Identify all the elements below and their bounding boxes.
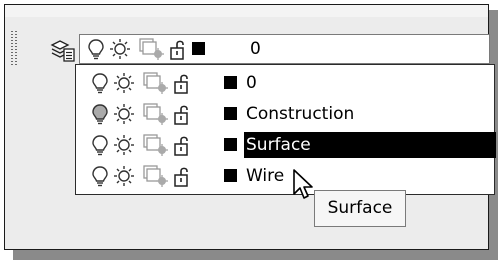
toolbar-grip[interactable] <box>11 31 17 65</box>
layer-name: Wire <box>246 166 285 186</box>
current-layer-name: 0 <box>250 39 261 59</box>
lightbulb-icon[interactable] <box>90 134 110 156</box>
layer-name: Construction <box>246 104 355 124</box>
lightbulb-icon[interactable] <box>90 72 110 94</box>
layer-toolbar-window: 0 0 Construction Surface Wire Surface <box>4 4 496 250</box>
color-swatch-icon[interactable] <box>192 42 205 55</box>
color-swatch-icon[interactable] <box>224 76 237 89</box>
lightbulb-icon[interactable] <box>90 165 110 187</box>
sun-icon[interactable] <box>113 103 135 125</box>
viewport-freeze-icon[interactable] <box>143 134 169 156</box>
layer-row-0[interactable]: 0 <box>76 68 494 98</box>
layer-row-construction[interactable]: Construction <box>76 99 494 129</box>
unlocked-padlock-icon[interactable] <box>173 165 195 187</box>
layer-state-icons <box>90 134 238 156</box>
mouse-cursor-icon <box>293 169 313 199</box>
layer-tooltip: Surface <box>314 190 406 227</box>
sun-icon[interactable] <box>113 165 135 187</box>
layer-name: 0 <box>246 73 257 93</box>
lightbulb-icon[interactable] <box>90 103 110 125</box>
lightbulb-icon[interactable] <box>86 38 106 60</box>
sun-icon[interactable] <box>113 72 135 94</box>
unlocked-padlock-icon[interactable] <box>173 134 195 156</box>
layer-state-icons <box>90 103 238 125</box>
color-swatch-icon[interactable] <box>224 138 237 151</box>
layer-row-surface[interactable]: Surface <box>76 130 496 160</box>
layer-state-icons <box>90 72 238 94</box>
layer-state-icons <box>90 165 238 187</box>
color-swatch-icon[interactable] <box>224 169 237 182</box>
viewport-freeze-icon[interactable] <box>139 38 165 60</box>
sun-icon[interactable] <box>113 134 135 156</box>
layer-manager-icon[interactable] <box>50 37 76 63</box>
layer-state-icons <box>86 38 234 60</box>
unlocked-padlock-icon[interactable] <box>169 38 191 60</box>
viewport-freeze-icon[interactable] <box>143 103 169 125</box>
layer-row-wire[interactable]: Wire <box>76 161 494 191</box>
viewport-freeze-icon[interactable] <box>143 72 169 94</box>
layer-name: Surface <box>246 135 311 155</box>
color-swatch-icon[interactable] <box>224 107 237 120</box>
unlocked-padlock-icon[interactable] <box>173 72 195 94</box>
sun-icon[interactable] <box>109 38 131 60</box>
unlocked-padlock-icon[interactable] <box>173 103 195 125</box>
layer-control-combo[interactable]: 0 <box>79 34 490 64</box>
viewport-freeze-icon[interactable] <box>143 165 169 187</box>
layer-dropdown-list: 0 Construction Surface Wire <box>75 64 496 195</box>
